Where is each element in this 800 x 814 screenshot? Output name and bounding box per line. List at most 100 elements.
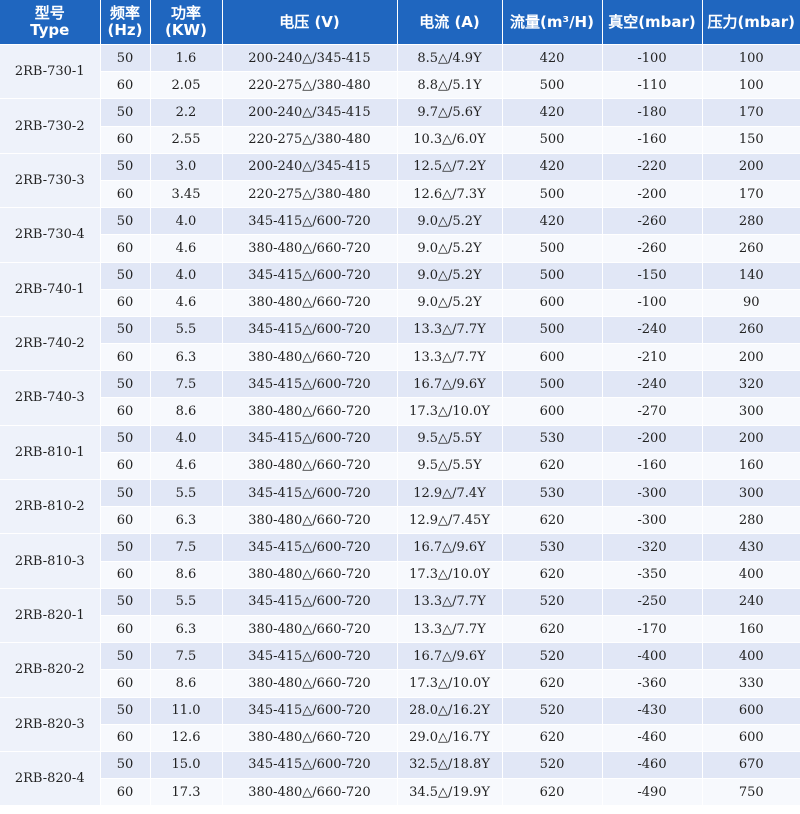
power-cell: 11.0 bbox=[150, 697, 223, 725]
table-row: 2RB-740-2 50 5.5 345-415△/600-720 13.3△/7.7Y… bbox=[0, 316, 800, 372]
flow-cell: 500 bbox=[502, 126, 603, 154]
header-vacuum-label: 真空(mbar) bbox=[608, 12, 696, 31]
freq-cell: 50 bbox=[100, 44, 151, 73]
pressure-cell: 280 bbox=[702, 207, 800, 236]
flow-cell: 620 bbox=[502, 724, 603, 752]
table-row: 60 6.3 380-480△/660-720 13.3△/7.7Y 600 -210 20… bbox=[0, 343, 800, 372]
power-cell: 2.05 bbox=[150, 71, 223, 100]
model-cell: 2RB-810-3 bbox=[0, 533, 101, 589]
voltage-cell: 380-480△/660-720 bbox=[222, 234, 398, 263]
voltage-cell: 345-415△/600-720 bbox=[222, 207, 398, 236]
table-row: 60 8.6 380-480△/660-720 17.3△/10.0Y 620 -350 4… bbox=[0, 561, 800, 589]
power-cell: 7.5 bbox=[150, 642, 223, 671]
flow-cell: 500 bbox=[502, 71, 603, 100]
vacuum-cell: -100 bbox=[602, 44, 703, 73]
model-cell: 2RB-740-3 bbox=[0, 370, 101, 426]
vacuum-cell: -360 bbox=[602, 669, 703, 698]
table-row: 2RB-810-3 50 7.5 345-415△/600-720 16.7△/9.6Y… bbox=[0, 533, 800, 589]
model-cell: 2RB-730-4 bbox=[0, 207, 101, 263]
table-body: 2RB-730-1 50 1.6 200-240△/345-415 8.5△/4.9Y 4… bbox=[0, 44, 800, 807]
vacuum-cell: -430 bbox=[602, 697, 703, 725]
vacuum-cell: -250 bbox=[602, 588, 703, 616]
power-cell: 6.3 bbox=[150, 506, 223, 535]
flow-cell: 420 bbox=[502, 153, 603, 181]
current-cell: 34.5△/19.9Y bbox=[397, 778, 503, 807]
flow-cell: 500 bbox=[502, 316, 603, 345]
table-row: 2RB-730-3 50 3.0 200-240△/345-415 12.5△/7.2Y… bbox=[0, 153, 800, 209]
pressure-cell: 240 bbox=[702, 588, 800, 616]
pressure-cell: 300 bbox=[702, 397, 800, 426]
voltage-cell: 345-415△/600-720 bbox=[222, 642, 398, 671]
voltage-cell: 220-275△/380-480 bbox=[222, 71, 398, 100]
vacuum-cell: -220 bbox=[602, 153, 703, 181]
pressure-cell: 600 bbox=[702, 724, 800, 752]
pressure-cell: 260 bbox=[702, 316, 800, 345]
pressure-cell: 150 bbox=[702, 126, 800, 154]
voltage-cell: 345-415△/600-720 bbox=[222, 479, 398, 508]
current-cell: 16.7△/9.6Y bbox=[397, 642, 503, 671]
flow-cell: 500 bbox=[502, 370, 603, 399]
flow-cell: 420 bbox=[502, 207, 603, 236]
power-cell: 8.6 bbox=[150, 397, 223, 426]
flow-cell: 530 bbox=[502, 425, 603, 453]
freq-cell: 50 bbox=[100, 370, 151, 399]
flow-cell: 520 bbox=[502, 588, 603, 616]
table-row: 60 8.6 380-480△/660-720 17.3△/10.0Y 600 -270 3… bbox=[0, 397, 800, 426]
voltage-cell: 345-415△/600-720 bbox=[222, 316, 398, 345]
current-cell: 12.6△/7.3Y bbox=[397, 180, 503, 209]
table-row: 2RB-730-4 50 4.0 345-415△/600-720 9.0△/5.2Y 4… bbox=[0, 207, 800, 263]
power-cell: 4.0 bbox=[150, 425, 223, 453]
power-cell: 4.0 bbox=[150, 262, 223, 290]
voltage-cell: 345-415△/600-720 bbox=[222, 697, 398, 725]
power-cell: 6.3 bbox=[150, 343, 223, 372]
table-row: 2RB-730-2 50 2.2 200-240△/345-415 9.7△/5.6Y 4… bbox=[0, 98, 800, 154]
current-cell: 29.0△/16.7Y bbox=[397, 724, 503, 752]
power-cell: 4.6 bbox=[150, 234, 223, 263]
flow-cell: 420 bbox=[502, 44, 603, 73]
header-freq: 频率 (Hz) bbox=[100, 0, 151, 45]
current-cell: 13.3△/7.7Y bbox=[397, 615, 503, 644]
voltage-cell: 345-415△/600-720 bbox=[222, 533, 398, 562]
model-cell: 2RB-810-2 bbox=[0, 479, 101, 535]
power-cell: 12.6 bbox=[150, 724, 223, 752]
current-cell: 13.3△/7.7Y bbox=[397, 588, 503, 616]
power-cell: 2.55 bbox=[150, 126, 223, 154]
power-cell: 7.5 bbox=[150, 533, 223, 562]
voltage-cell: 345-415△/600-720 bbox=[222, 262, 398, 290]
pressure-cell: 160 bbox=[702, 615, 800, 644]
voltage-cell: 220-275△/380-480 bbox=[222, 126, 398, 154]
current-cell: 9.5△/5.5Y bbox=[397, 425, 503, 453]
flow-cell: 500 bbox=[502, 262, 603, 290]
freq-cell: 50 bbox=[100, 262, 151, 290]
vacuum-cell: -490 bbox=[602, 778, 703, 807]
header-power: 功率 (KW) bbox=[150, 0, 223, 45]
pressure-cell: 400 bbox=[702, 561, 800, 589]
table-row: 60 8.6 380-480△/660-720 17.3△/10.0Y 620 -360 3… bbox=[0, 669, 800, 698]
freq-cell: 50 bbox=[100, 751, 151, 780]
table-row: 60 4.6 380-480△/660-720 9.0△/5.2Y 500 -260 260 bbox=[0, 234, 800, 263]
model-cell: 2RB-740-1 bbox=[0, 262, 101, 317]
table-row: 2RB-820-2 50 7.5 345-415△/600-720 16.7△/9.6Y… bbox=[0, 642, 800, 698]
freq-cell: 50 bbox=[100, 697, 151, 725]
current-cell: 10.3△/6.0Y bbox=[397, 126, 503, 154]
current-cell: 8.8△/5.1Y bbox=[397, 71, 503, 100]
voltage-cell: 380-480△/660-720 bbox=[222, 452, 398, 481]
freq-cell: 50 bbox=[100, 207, 151, 236]
header-freq-line2: (Hz) bbox=[107, 21, 143, 39]
current-cell: 17.3△/10.0Y bbox=[397, 561, 503, 589]
power-cell: 2.2 bbox=[150, 98, 223, 127]
pressure-cell: 260 bbox=[702, 234, 800, 263]
header-current: 电流 (A) bbox=[397, 0, 503, 45]
vacuum-cell: -270 bbox=[602, 397, 703, 426]
power-cell: 15.0 bbox=[150, 751, 223, 780]
pressure-cell: 670 bbox=[702, 751, 800, 780]
current-cell: 12.5△/7.2Y bbox=[397, 153, 503, 181]
pressure-cell: 300 bbox=[702, 479, 800, 508]
table-row: 60 2.05 220-275△/380-480 8.8△/5.1Y 500 -110 10… bbox=[0, 71, 800, 100]
vacuum-cell: -210 bbox=[602, 343, 703, 372]
vacuum-cell: -180 bbox=[602, 98, 703, 127]
header-pressure: 压力(mbar) bbox=[702, 0, 800, 45]
model-cell: 2RB-740-2 bbox=[0, 316, 101, 372]
current-cell: 9.7△/5.6Y bbox=[397, 98, 503, 127]
vacuum-cell: -100 bbox=[602, 289, 703, 317]
